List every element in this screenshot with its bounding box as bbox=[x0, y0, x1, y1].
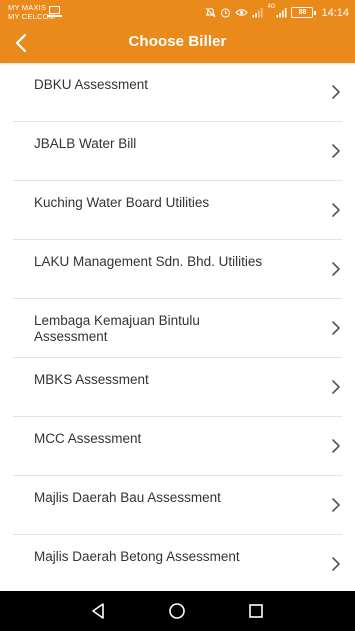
app-bar: Choose Biller bbox=[0, 25, 355, 63]
status-bar: MY MAXIS MY CELCOM 4G 88 14:14 bbox=[0, 0, 355, 25]
battery-icon: 88 bbox=[291, 7, 316, 18]
system-nav-bar bbox=[0, 591, 355, 631]
chevron-right-icon bbox=[332, 498, 340, 512]
nav-home-button[interactable] bbox=[166, 601, 188, 621]
signal-icon bbox=[252, 8, 263, 18]
status-icons: 4G 88 14:14 bbox=[205, 4, 349, 21]
chevron-right-icon bbox=[332, 203, 340, 217]
chevron-right-icon bbox=[332, 380, 340, 394]
biller-label: MBKS Assessment bbox=[34, 372, 149, 387]
back-triangle-icon bbox=[92, 603, 104, 619]
biller-item-mbks-assessment[interactable]: MBKS Assessment bbox=[13, 358, 342, 417]
mute-icon bbox=[205, 7, 216, 18]
chevron-right-icon bbox=[332, 439, 340, 453]
nav-recents-button[interactable] bbox=[245, 601, 267, 621]
biller-item-dbku-assessment[interactable]: DBKU Assessment bbox=[13, 63, 342, 122]
battery-level: 88 bbox=[298, 9, 307, 16]
biller-label: Majlis Daerah Betong Assessment bbox=[34, 549, 240, 564]
biller-item-majlis-daerah-betong[interactable]: Majlis Daerah Betong Assessment bbox=[13, 535, 342, 594]
recents-square-icon bbox=[249, 604, 263, 618]
chevron-right-icon bbox=[332, 85, 340, 99]
biller-label: Lembaga Kemajuan Bintulu Assessment bbox=[34, 313, 200, 344]
biller-label: Majlis Daerah Bau Assessment bbox=[34, 490, 221, 505]
biller-item-majlis-daerah-bau[interactable]: Majlis Daerah Bau Assessment bbox=[13, 476, 342, 535]
nav-back-button[interactable] bbox=[87, 601, 109, 621]
biller-item-mcc-assessment[interactable]: MCC Assessment bbox=[13, 417, 342, 476]
chevron-right-icon bbox=[332, 262, 340, 276]
biller-label: JBALB Water Bill bbox=[34, 136, 137, 151]
chevron-right-icon bbox=[332, 557, 340, 571]
home-circle-icon bbox=[169, 603, 185, 619]
biller-label: MCC Assessment bbox=[34, 431, 142, 446]
biller-item-laku-management[interactable]: LAKU Management Sdn. Bhd. Utilities bbox=[13, 240, 342, 299]
eye-comfort-icon bbox=[235, 9, 249, 16]
screen: MY MAXIS MY CELCOM 4G 88 14:14 Choose Bi… bbox=[0, 0, 355, 631]
chevron-right-icon bbox=[332, 144, 340, 158]
carrier-2: MY CELCOM bbox=[8, 12, 56, 21]
biller-list: DBKU Assessment JBALB Water Bill Kuching… bbox=[0, 63, 355, 594]
biller-item-jbalb-water-bill[interactable]: JBALB Water Bill bbox=[13, 122, 342, 181]
clock: 14:14 bbox=[321, 6, 349, 19]
signal-icon bbox=[276, 8, 287, 18]
biller-item-lembaga-kemajuan-bintulu[interactable]: Lembaga Kemajuan Bintulu Assessment bbox=[13, 299, 342, 358]
biller-label: Kuching Water Board Utilities bbox=[34, 195, 210, 210]
biller-item-kuching-water-board[interactable]: Kuching Water Board Utilities bbox=[13, 181, 342, 240]
network-type: 4G bbox=[267, 4, 276, 10]
biller-label: DBKU Assessment bbox=[34, 77, 149, 92]
page-title: Choose Biller bbox=[128, 33, 227, 50]
alarm-icon bbox=[221, 8, 231, 18]
biller-label: LAKU Management Sdn. Bhd. Utilities bbox=[34, 254, 263, 269]
screen-cast-icon bbox=[47, 6, 62, 17]
chevron-right-icon bbox=[332, 321, 340, 335]
